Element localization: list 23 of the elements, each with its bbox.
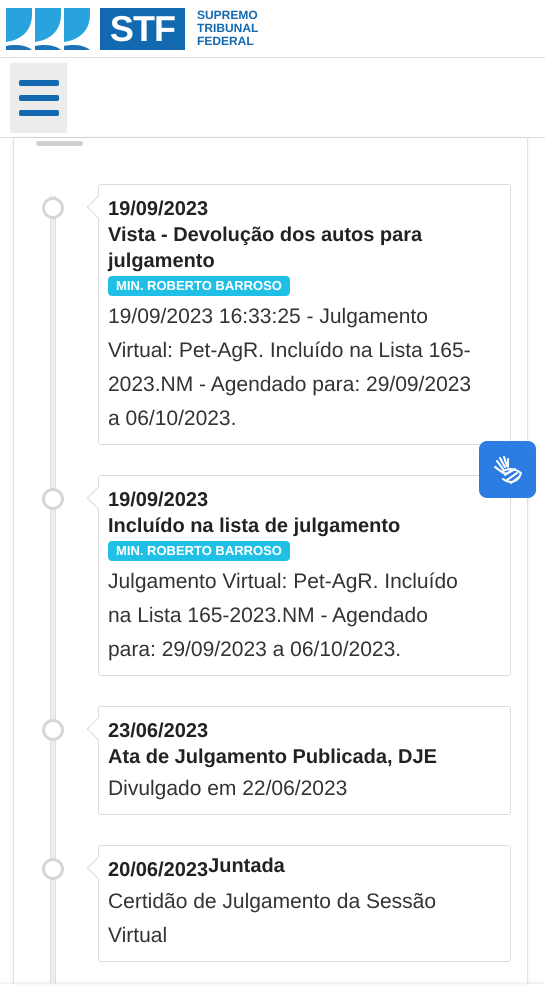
event-date: 19/09/2023 (108, 488, 208, 513)
event-description: 19/09/2023 16:33:25 - Julgamento Virtual: Pet-AgR. Incluído na Lista 165-2023.NM - Agendado para: 29/09/2023 a 06/10/2023. (108, 304, 472, 432)
org-name-line: TRIBUNAL (197, 22, 258, 35)
event-title: Vista - Devolução dos autos para julgamento (108, 223, 424, 274)
event-description: Julgamento Virtual: Pet-AgR. Incluído na Lista 165-2023.NM - Agendado para: 29/09/2023 a 06/10/2023. (108, 569, 459, 663)
logo-icon (6, 8, 90, 50)
event-date: 19/09/2023 (108, 197, 208, 222)
event-title: Juntada (208, 854, 285, 879)
scroll-handle (36, 141, 83, 146)
event-date: 23/06/2023 (108, 719, 208, 744)
menu-icon (18, 80, 58, 116)
menu-button[interactable] (10, 62, 67, 132)
event-title: Ata de Julgamento Publicada, DJE (108, 745, 438, 770)
event-date: 20/06/2023 (108, 858, 208, 883)
sign-language-button[interactable] (479, 441, 536, 498)
logo-text: STF (100, 8, 185, 50)
event-title: Incluído na lista de julgamento (108, 514, 402, 539)
org-name-line: SUPREMO (197, 9, 258, 22)
org-name-line: FEDERAL (197, 35, 255, 48)
event-description: Certidão de Julgamento da Sessão Virtual (108, 889, 438, 949)
event-description: Divulgado em 22/06/2023 (108, 776, 348, 802)
minister-badge: MIN. ROBERTO BARROSO (108, 541, 290, 561)
minister-badge: MIN. ROBERTO BARROSO (108, 276, 290, 296)
